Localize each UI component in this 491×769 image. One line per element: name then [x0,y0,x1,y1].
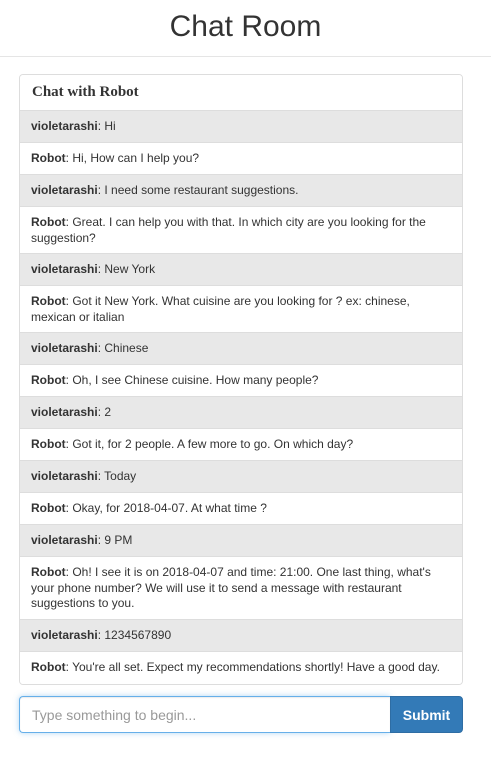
message-text: Okay, for 2018-04-07. At what time ? [72,501,267,515]
message-text: Hi, How can I help you? [72,151,200,165]
message-text: Hi [104,119,116,133]
page-header: Chat Room [0,0,491,57]
message-text: Great. I can help you with that. In whic… [31,215,426,245]
message-sender: Robot [31,215,66,229]
message-text: 1234567890 [104,628,172,642]
message-row-user: violetarashi: 9 PM [20,525,462,557]
message-sender: Robot [31,373,66,387]
message-row-bot: Robot: You're all set. Expect my recomme… [20,652,462,684]
chat-composer: Submit [19,696,463,733]
page-title: Chat Room [169,10,322,43]
message-text: 2 [104,405,112,419]
message-sender: Robot [31,294,66,308]
chat-panel-heading: Chat with Robot [20,75,462,111]
message-text: New York [104,262,156,276]
message-row-bot: Robot: Oh, I see Chinese cuisine. How ma… [20,365,462,397]
message-row-bot: Robot: Oh! I see it is on 2018-04-07 and… [20,557,462,620]
message-sender: violetarashi [31,469,98,483]
message-sender: Robot [31,151,66,165]
message-row-user: violetarashi: Today [20,461,462,493]
message-text: Oh, I see Chinese cuisine. How many peop… [72,373,319,387]
message-text: 9 PM [104,533,133,547]
message-row-user: violetarashi: New York [20,254,462,286]
message-sender: Robot [31,437,66,451]
message-sender: violetarashi [31,533,98,547]
chat-message-input[interactable] [19,696,390,733]
message-sender: Robot [31,660,66,674]
message-row-bot: Robot: Hi, How can I help you? [20,143,462,175]
message-text: Today [104,469,137,483]
message-sender: violetarashi [31,628,98,642]
message-row-user: violetarashi: Chinese [20,333,462,365]
message-row-user: violetarashi: 2 [20,397,462,429]
message-sender: Robot [31,501,66,515]
message-list: violetarashi: Hi Robot: Hi, How can I he… [20,111,462,684]
message-text: Got it, for 2 people. A few more to go. … [72,437,354,451]
message-row-bot: Robot: Got it, for 2 people. A few more … [20,429,462,461]
message-text: You're all set. Expect my recommendation… [72,660,440,674]
message-sender: Robot [31,565,66,579]
message-sender: violetarashi [31,341,98,355]
message-sender: violetarashi [31,405,98,419]
message-sender: violetarashi [31,183,98,197]
message-sender: violetarashi [31,119,98,133]
message-text: Chinese [104,341,149,355]
chat-panel-title: Chat with Robot [32,84,139,100]
message-text: Got it New York. What cuisine are you lo… [31,294,410,324]
submit-button[interactable]: Submit [390,696,463,733]
message-sender: violetarashi [31,262,98,276]
message-row-bot: Robot: Got it New York. What cuisine are… [20,286,462,333]
chat-panel: Chat with Robot violetarashi: Hi Robot: … [19,74,463,685]
message-row-bot: Robot: Great. I can help you with that. … [20,207,462,254]
message-text: Oh! I see it is on 2018-04-07 and time: … [31,565,431,610]
message-text: I need some restaurant suggestions. [104,183,299,197]
message-row-bot: Robot: Okay, for 2018-04-07. At what tim… [20,493,462,525]
message-row-user: violetarashi: I need some restaurant sug… [20,175,462,207]
message-row-user: violetarashi: Hi [20,111,462,143]
message-row-user: violetarashi: 1234567890 [20,620,462,652]
